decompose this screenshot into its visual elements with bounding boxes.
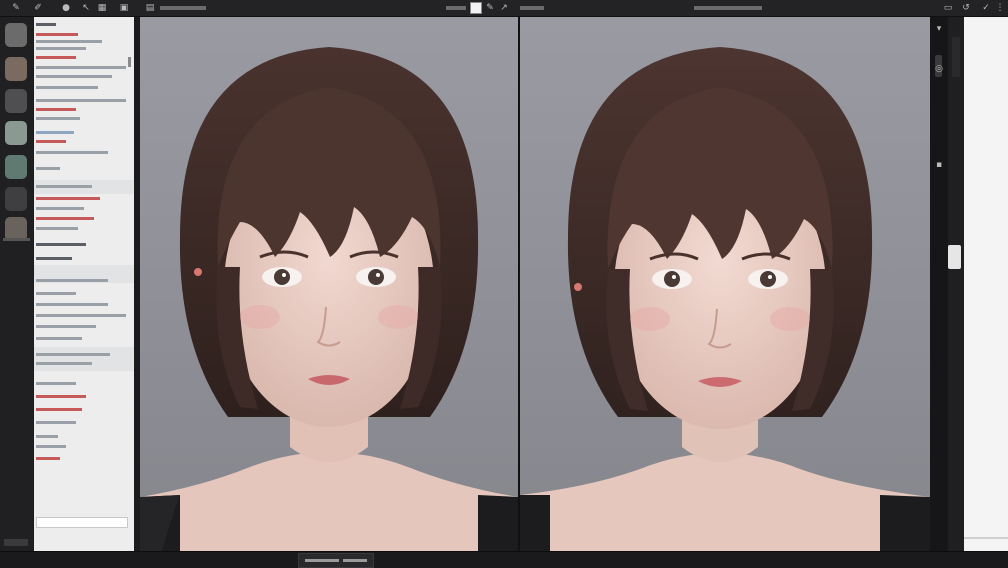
result-canvas[interactable] bbox=[520, 17, 930, 551]
setting-row[interactable] bbox=[36, 353, 110, 356]
setting-row[interactable] bbox=[36, 140, 66, 143]
arrow-icon[interactable]: ↗ bbox=[498, 2, 510, 14]
thumbnail[interactable] bbox=[5, 23, 27, 47]
setting-row[interactable] bbox=[36, 207, 84, 210]
setting-row[interactable] bbox=[36, 362, 92, 365]
setting-row[interactable] bbox=[36, 421, 76, 424]
pen-tool-icon[interactable]: ✎ bbox=[484, 2, 496, 14]
window-icon[interactable]: ▭ bbox=[942, 2, 954, 14]
check-icon[interactable]: ✓ bbox=[980, 2, 992, 14]
section-band bbox=[34, 347, 134, 371]
comparison-title bbox=[694, 6, 762, 10]
setting-row[interactable] bbox=[36, 33, 78, 36]
target-icon[interactable]: ◎ bbox=[933, 63, 945, 75]
thumbnail-strip bbox=[0, 17, 33, 551]
setting-row[interactable] bbox=[36, 47, 86, 50]
setting-row[interactable] bbox=[36, 395, 86, 398]
setting-row[interactable] bbox=[36, 185, 92, 188]
settings-panel bbox=[34, 17, 134, 551]
setting-row[interactable] bbox=[36, 197, 100, 200]
more-icon[interactable]: ⋮ bbox=[994, 2, 1006, 14]
circle-icon[interactable]: ● bbox=[60, 2, 72, 14]
pin-icon[interactable]: ↖ bbox=[80, 2, 92, 14]
original-canvas[interactable] bbox=[140, 17, 518, 551]
setting-row[interactable] bbox=[36, 131, 74, 134]
setting-row[interactable] bbox=[36, 117, 80, 120]
document-title bbox=[160, 6, 206, 10]
portrait-image bbox=[520, 47, 930, 551]
setting-row[interactable] bbox=[36, 56, 76, 59]
setting-row[interactable] bbox=[36, 292, 76, 295]
setting-row[interactable] bbox=[36, 66, 126, 69]
setting-row[interactable] bbox=[36, 167, 60, 170]
thumbnail[interactable] bbox=[5, 57, 27, 81]
brush-icon[interactable]: ✎ bbox=[10, 2, 22, 14]
setting-row[interactable] bbox=[36, 303, 108, 306]
right-tool-column: ▾ ◎ ▪ bbox=[930, 17, 948, 551]
top-toolbar: ✎ ✐ ● ↖ ▦ ▣ ▤ ✎ ↗ ▭ ↺ ✓ ⋮ bbox=[0, 0, 1008, 17]
thumbnail[interactable] bbox=[5, 121, 27, 145]
setting-row[interactable] bbox=[36, 86, 98, 89]
marker-icon[interactable]: ▪ bbox=[933, 159, 945, 171]
thumbnail[interactable] bbox=[5, 89, 27, 113]
portrait-image bbox=[140, 47, 518, 551]
setting-row[interactable] bbox=[36, 75, 112, 78]
thumbnail[interactable] bbox=[5, 155, 27, 179]
grid-icon[interactable]: ▦ bbox=[96, 2, 108, 14]
setting-row[interactable] bbox=[36, 217, 94, 220]
section-subheading bbox=[36, 257, 72, 260]
layer-label bbox=[520, 6, 544, 10]
panel-input[interactable] bbox=[36, 517, 128, 528]
bottom-status-bar bbox=[0, 551, 1008, 568]
thumbnail[interactable] bbox=[5, 187, 27, 211]
menu-icon[interactable]: ▤ bbox=[144, 2, 156, 14]
setting-row[interactable] bbox=[36, 325, 96, 328]
setting-row[interactable] bbox=[36, 99, 126, 102]
pen-icon[interactable]: ✐ bbox=[32, 2, 44, 14]
setting-row[interactable] bbox=[36, 337, 82, 340]
panel-scrollbar[interactable] bbox=[128, 57, 131, 67]
bottom-tab[interactable] bbox=[298, 553, 374, 568]
color-swatch[interactable] bbox=[470, 2, 482, 14]
right-panel bbox=[964, 17, 1008, 551]
setting-row[interactable] bbox=[36, 279, 108, 282]
setting-row[interactable] bbox=[36, 314, 126, 317]
bottom-tab-sublabel bbox=[343, 559, 367, 562]
setting-row[interactable] bbox=[36, 408, 82, 411]
strip-footer-button[interactable] bbox=[4, 539, 28, 546]
bottom-tab-label bbox=[305, 559, 339, 562]
mode-label bbox=[446, 6, 466, 10]
setting-row[interactable] bbox=[36, 151, 108, 154]
setting-row[interactable] bbox=[36, 227, 78, 230]
scroll-gutter bbox=[948, 17, 964, 551]
setting-row[interactable] bbox=[36, 435, 58, 438]
setting-row[interactable] bbox=[36, 40, 102, 43]
setting-row[interactable] bbox=[36, 108, 76, 111]
thumbnail-caption bbox=[3, 238, 30, 241]
scrollbar-thumb[interactable] bbox=[948, 245, 961, 269]
section-heading bbox=[36, 243, 86, 246]
panel-heading bbox=[36, 23, 56, 26]
setting-row[interactable] bbox=[36, 382, 76, 385]
gutter-block bbox=[952, 37, 960, 77]
setting-row[interactable] bbox=[36, 445, 66, 448]
reset-icon[interactable]: ↺ bbox=[960, 2, 972, 14]
pin-icon[interactable]: ▾ bbox=[933, 23, 945, 35]
right-panel-divider bbox=[964, 537, 1008, 539]
square-icon[interactable]: ▣ bbox=[118, 2, 130, 14]
setting-row[interactable] bbox=[36, 457, 60, 460]
